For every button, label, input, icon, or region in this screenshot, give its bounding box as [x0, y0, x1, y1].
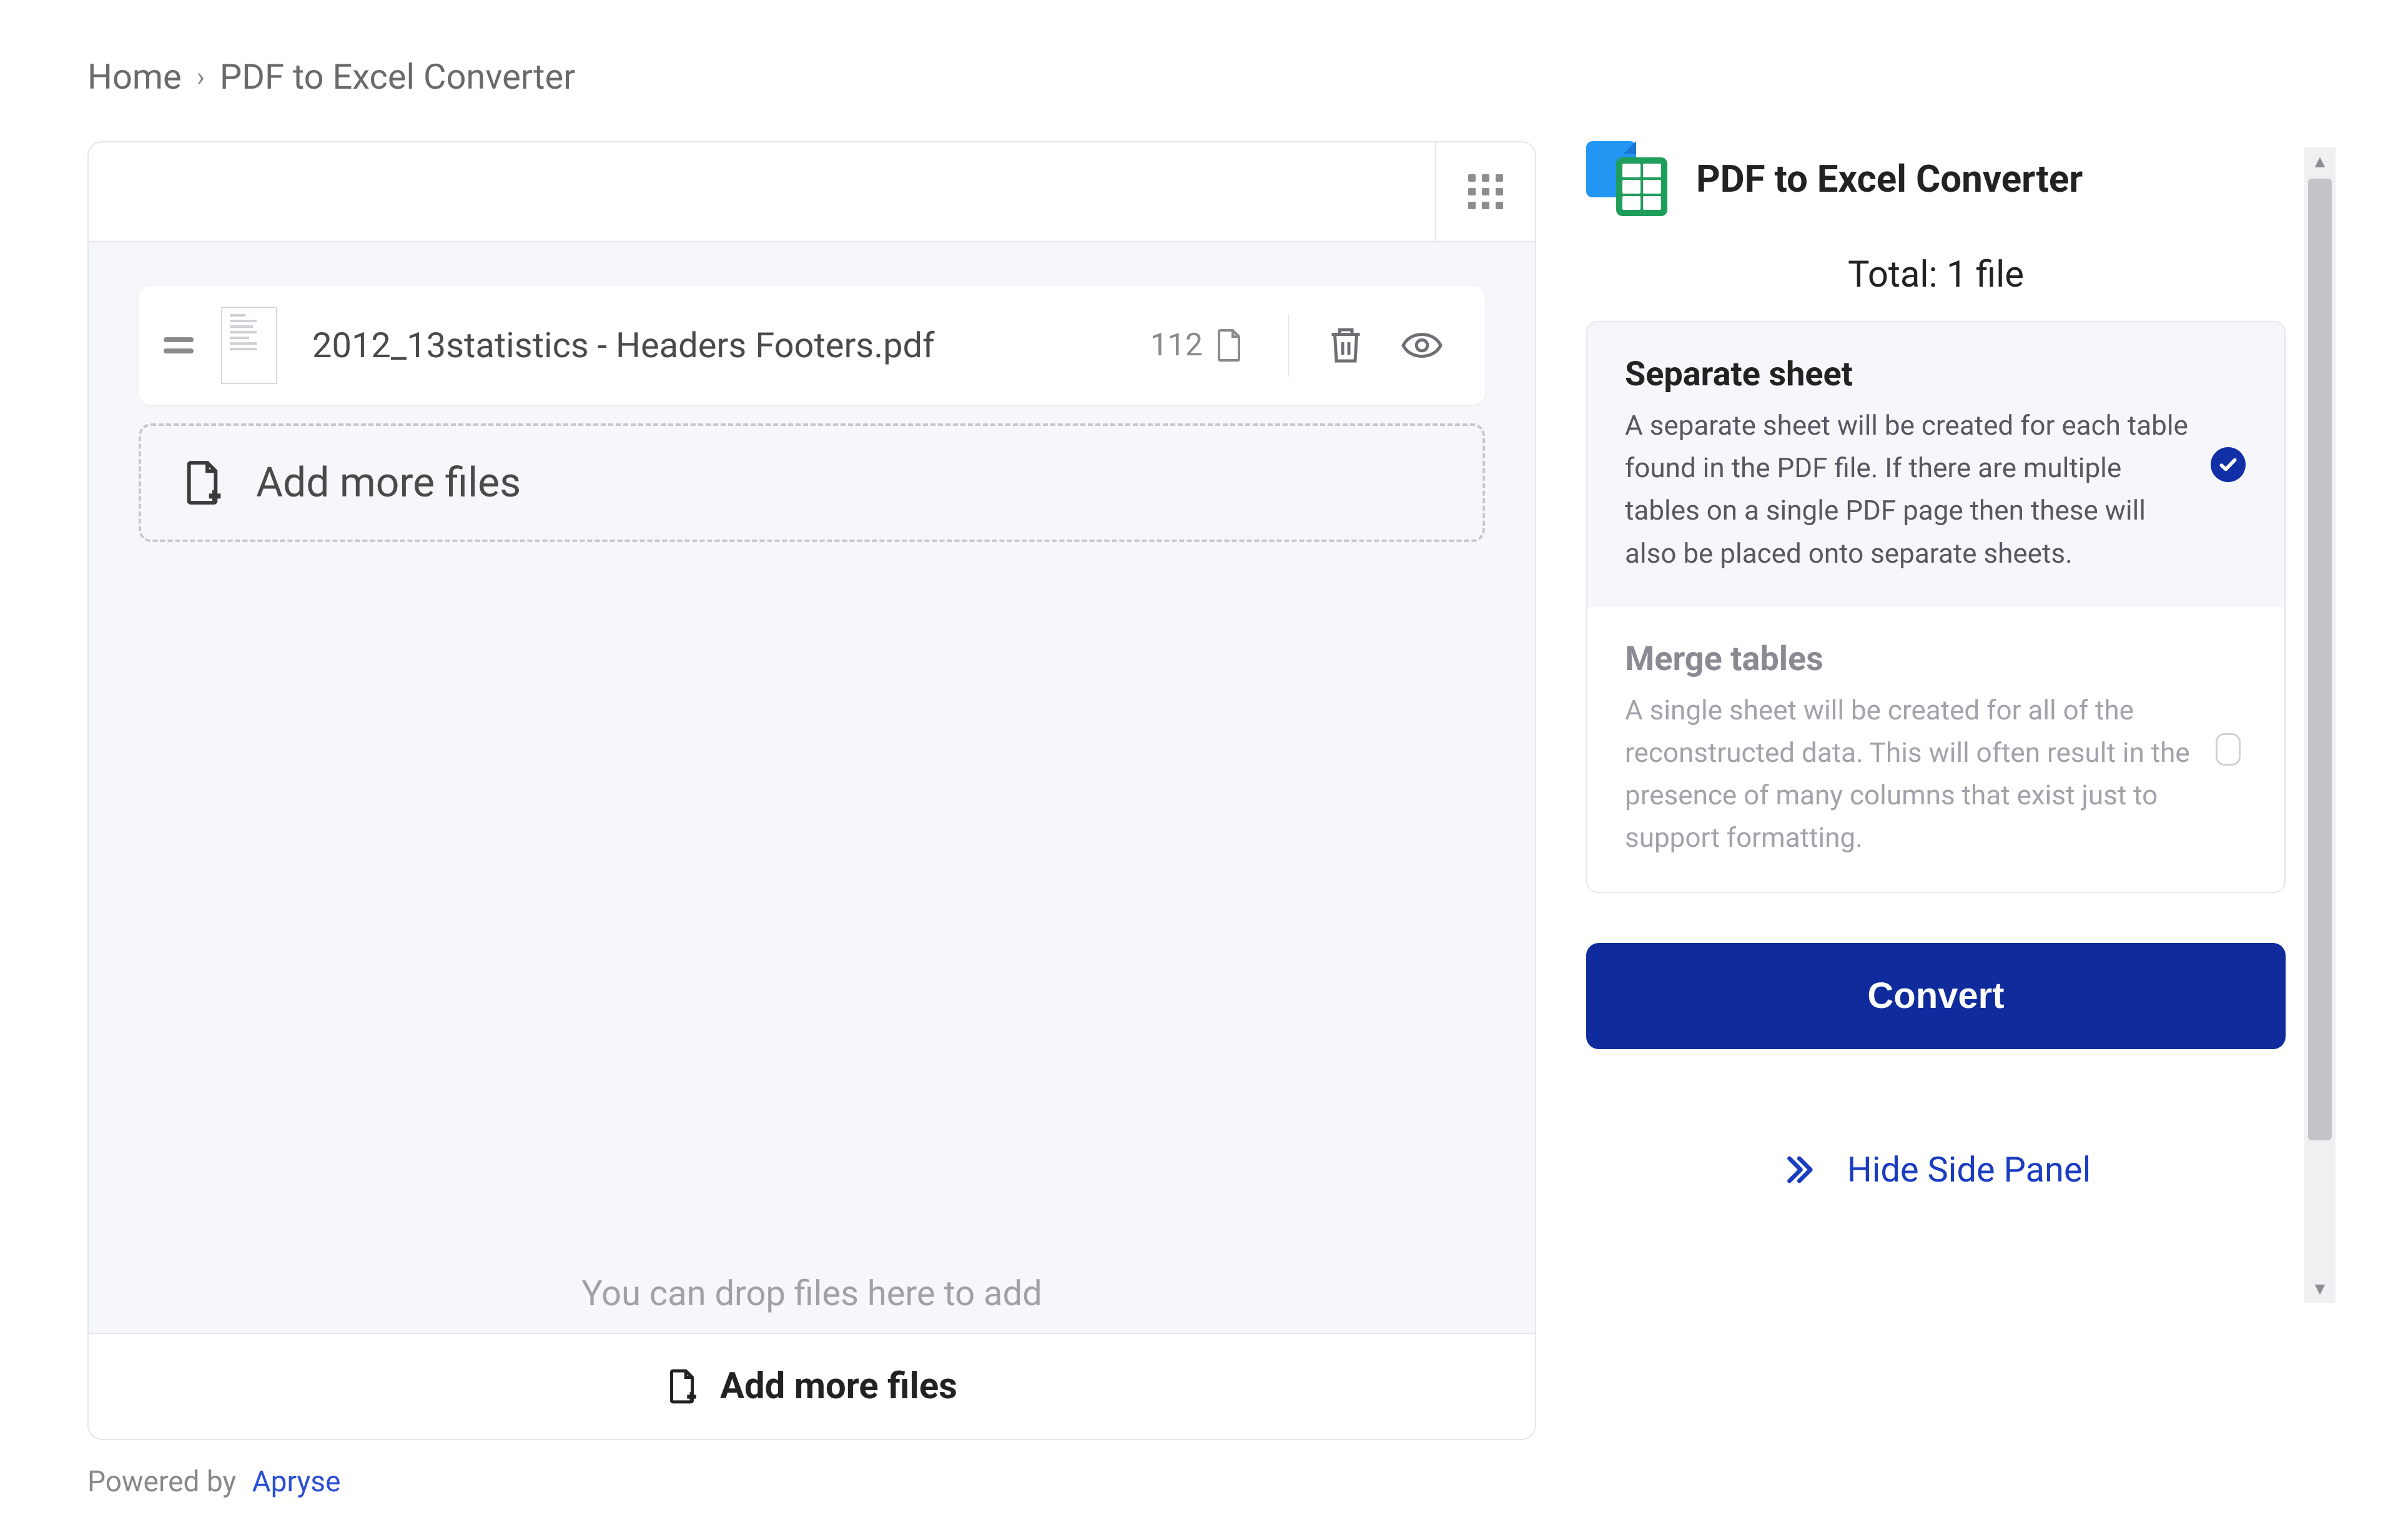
file-name-label: 2012_13statistics - Headers Footers.pdf [312, 325, 1150, 366]
option-title: Merge tables [1625, 639, 2191, 679]
add-more-files-footer-button[interactable]: Add more files [89, 1333, 1535, 1439]
hide-side-panel-button[interactable]: Hide Side Panel [1586, 1149, 2286, 1190]
option-description: A separate sheet will be created for eac… [1625, 404, 2191, 575]
add-more-files-footer-label: Add more files [720, 1365, 957, 1408]
powered-by-vendor-link[interactable]: Apryse [252, 1465, 341, 1499]
side-panel-header: PDF to Excel Converter [1586, 141, 2286, 216]
file-panel: 2012_13statistics - Headers Footers.pdf … [87, 141, 1536, 1440]
check-circle-icon [2211, 447, 2246, 482]
page-count-value: 112 [1150, 327, 1203, 363]
panel-header [89, 142, 1535, 242]
file-thumbnail [221, 307, 277, 384]
scrollbar-thumb[interactable] [2308, 179, 2332, 1140]
page-count: 112 [1150, 327, 1244, 363]
panel-body: 2012_13statistics - Headers Footers.pdf … [89, 242, 1535, 1333]
option-title: Separate sheet [1625, 355, 2191, 394]
trash-icon [1327, 325, 1364, 366]
add-file-icon [666, 1368, 698, 1404]
options-box: Separate sheet A separate sheet will be … [1586, 321, 2286, 893]
option-description: A single sheet will be created for all o… [1625, 689, 2191, 859]
chevron-double-right-icon [1781, 1153, 1815, 1187]
add-more-files-label: Add more files [256, 459, 521, 507]
separator [1288, 314, 1289, 377]
chevron-right-icon: › [197, 61, 205, 93]
option-check [2209, 639, 2247, 859]
scrollbar[interactable]: ▲ ▼ [2304, 147, 2336, 1303]
hide-side-panel-label: Hide Side Panel [1847, 1149, 2091, 1190]
delete-button[interactable] [1318, 317, 1374, 373]
empty-check-icon [2216, 733, 2241, 766]
breadcrumb-current: PDF to Excel Converter [220, 56, 575, 97]
scroll-down-arrow-icon[interactable]: ▼ [2311, 1275, 2329, 1303]
option-merge-tables[interactable]: Merge tables A single sheet will be crea… [1587, 607, 2284, 892]
powered-by-prefix: Powered by [87, 1465, 236, 1499]
preview-button[interactable] [1394, 317, 1450, 373]
grid-icon [1468, 174, 1503, 209]
total-files-label: Total: 1 file [1586, 254, 2286, 296]
add-more-files-dropzone[interactable]: Add more files [139, 423, 1485, 542]
breadcrumb-home[interactable]: Home [87, 56, 182, 97]
file-row: 2012_13statistics - Headers Footers.pdf … [139, 286, 1485, 405]
option-check [2209, 355, 2247, 575]
drag-handle-icon[interactable] [164, 337, 194, 353]
grid-view-button[interactable] [1435, 142, 1535, 241]
powered-by: Powered by Apryse [87, 1465, 1536, 1499]
breadcrumb: Home › PDF to Excel Converter [87, 56, 2311, 97]
eye-icon [1400, 330, 1444, 361]
option-separate-sheet[interactable]: Separate sheet A separate sheet will be … [1587, 322, 2284, 607]
drop-hint-text: You can drop files here to add [89, 1273, 1535, 1314]
convert-button[interactable]: Convert [1586, 943, 2286, 1049]
side-panel-title: PDF to Excel Converter [1696, 157, 2083, 201]
scroll-up-arrow-icon[interactable]: ▲ [2311, 147, 2329, 175]
add-file-icon [182, 459, 222, 506]
page-icon [1214, 327, 1244, 363]
pdf-to-excel-icon [1586, 141, 1667, 216]
